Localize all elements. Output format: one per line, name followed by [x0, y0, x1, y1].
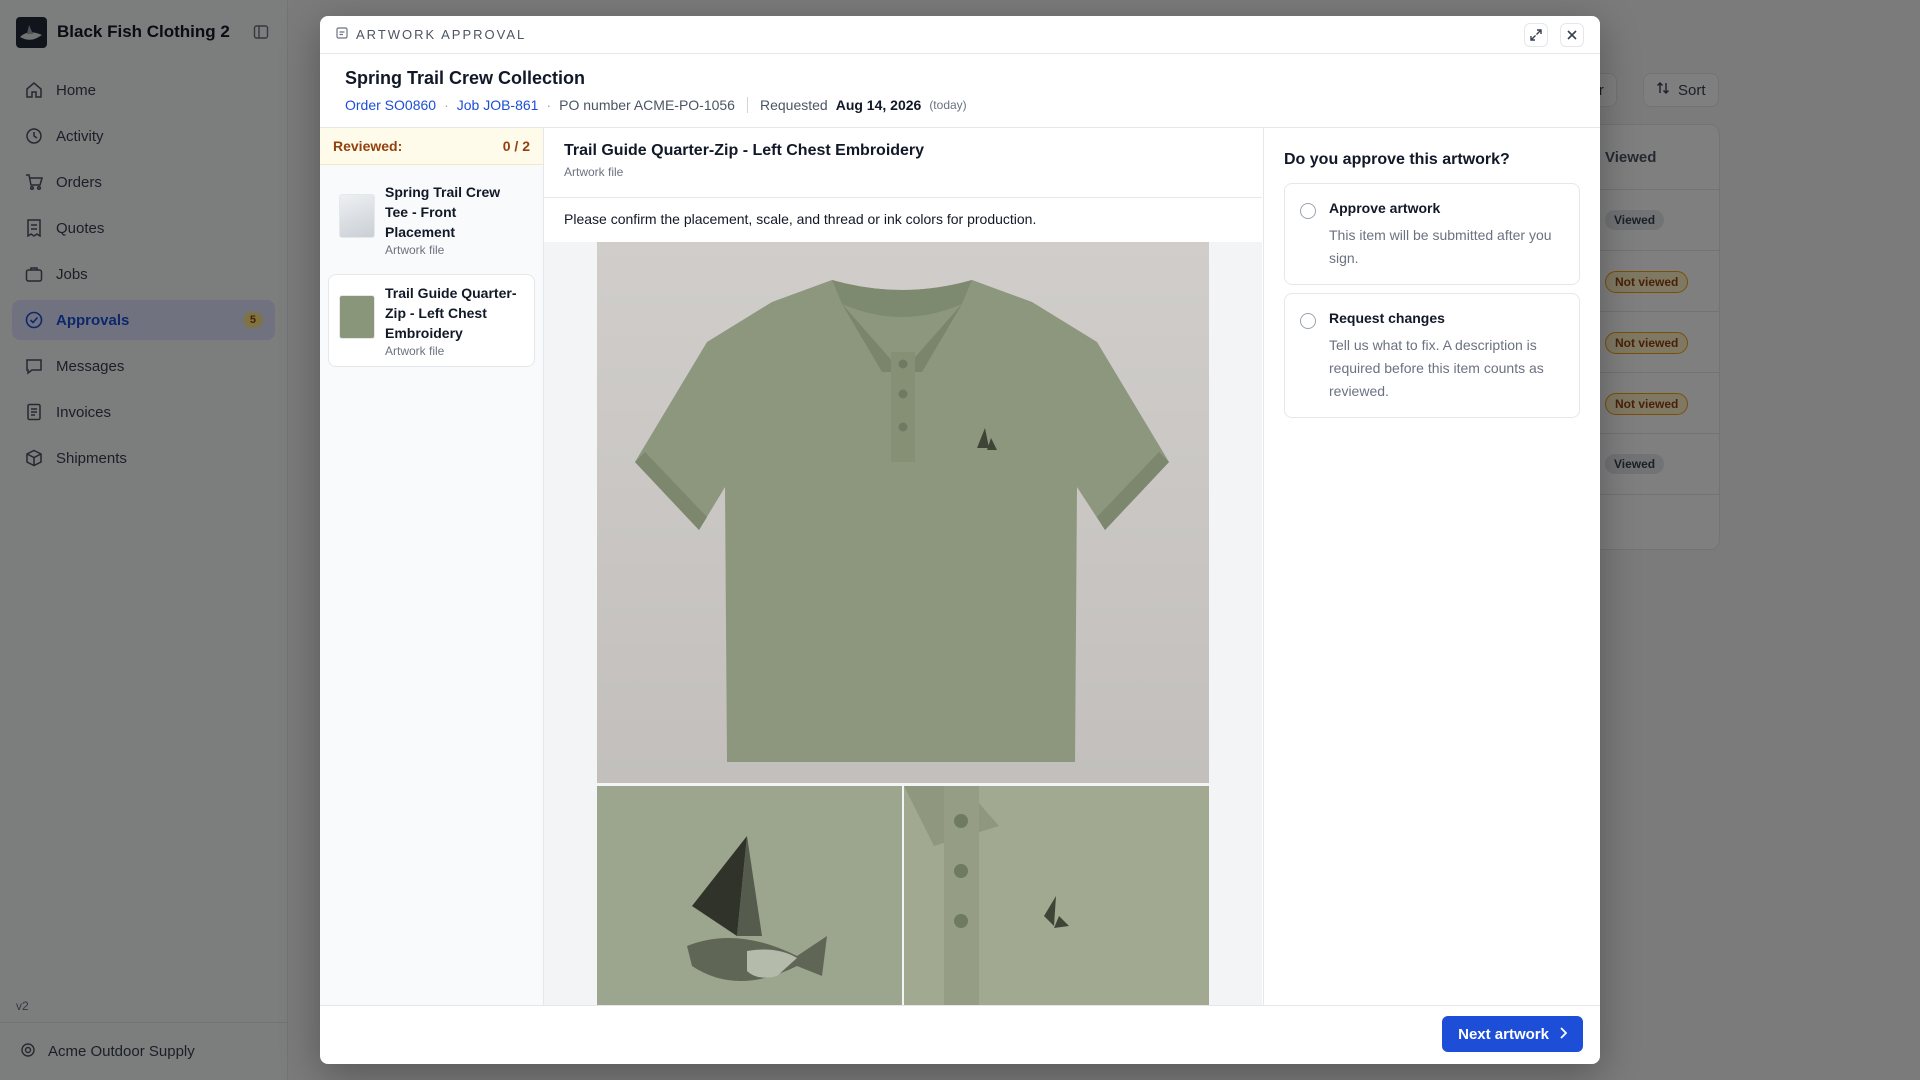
choice-description: This item will be submitted after you si…	[1329, 227, 1552, 266]
document-icon	[336, 26, 348, 43]
artwork-item-title: Spring Trail Crew Tee - Front Placement	[385, 184, 501, 240]
artwork-instructions: Please confirm the placement, scale, and…	[564, 211, 1037, 227]
approve-artwork-option[interactable]: Approve artwork This item will be submit…	[1284, 183, 1580, 285]
collar-closeup-photo	[904, 786, 1209, 1005]
next-artwork-label: Next artwork	[1458, 1025, 1549, 1043]
artwork-item-sub: Artwork file	[385, 344, 445, 358]
artwork-header: Trail Guide Quarter-Zip - Left Chest Emb…	[544, 128, 1262, 198]
artwork-item-title: Trail Guide Quarter-Zip - Left Chest Emb…	[385, 285, 517, 341]
request-changes-option[interactable]: Request changes Tell us what to fix. A d…	[1284, 293, 1580, 418]
job-link[interactable]: Job JOB-861	[457, 97, 539, 113]
artwork-thumbnail	[339, 194, 375, 238]
meta-separator: ·	[546, 97, 552, 113]
reviewed-progress: Reviewed: 0 / 2	[320, 128, 543, 165]
choice-description: Tell us what to fix. A description is re…	[1329, 337, 1544, 399]
artwork-preview: Trail Guide Quarter-Zip - Left Chest Emb…	[544, 128, 1262, 1005]
modal-header: Spring Trail Crew Collection Order SO086…	[320, 54, 1600, 128]
meta-separator: ·	[444, 97, 449, 113]
requested-note: (today)	[929, 98, 967, 112]
embroidery-closeup-photo	[597, 786, 902, 1005]
modal-kicker: ARTWORK APPROVAL	[356, 27, 527, 42]
collection-title: Spring Trail Crew Collection	[345, 68, 586, 88]
choice-title: Approve artwork	[1329, 200, 1441, 216]
order-link[interactable]: Order SO0860	[345, 97, 436, 113]
modal-body: Reviewed: 0 / 2 Spring Trail Crew Tee - …	[320, 128, 1600, 1005]
artwork-thumbnail	[339, 295, 375, 339]
requested-date: Aug 14, 2026	[835, 97, 922, 113]
meta-divider	[746, 97, 748, 113]
order-meta: Order SO0860 · Job JOB-861 · PO number A…	[345, 97, 1575, 113]
modal-footer: Next artwork	[320, 1005, 1600, 1064]
artwork-approval-modal: ARTWORK APPROVAL Spring Trail Crew Colle…	[320, 16, 1600, 1064]
polo-shirt-photo	[597, 242, 1209, 783]
approval-panel: Do you approve this artwork? Approve art…	[1263, 128, 1600, 1005]
chevron-right-icon	[1559, 1026, 1568, 1043]
po-number: PO number ACME-PO-1056	[559, 97, 735, 113]
next-artwork-button[interactable]: Next artwork	[1442, 1016, 1583, 1052]
choice-title: Request changes	[1329, 310, 1445, 326]
reviewed-count: 0 / 2	[502, 138, 530, 154]
artwork-gallery[interactable]	[544, 242, 1262, 1005]
artwork-list-item-selected[interactable]: Trail Guide Quarter-Zip - Left Chest Emb…	[328, 274, 535, 367]
artwork-list: Reviewed: 0 / 2 Spring Trail Crew Tee - …	[320, 128, 544, 1005]
reviewed-label: Reviewed:	[333, 138, 403, 154]
artwork-list-item[interactable]: Spring Trail Crew Tee - Front Placement …	[328, 173, 535, 266]
modal-topbar: ARTWORK APPROVAL	[320, 16, 1600, 54]
artwork-subtitle: Artwork file	[564, 165, 624, 179]
artwork-item-sub: Artwork file	[385, 243, 445, 257]
approval-question: Do you approve this artwork?	[1284, 151, 1510, 168]
expand-icon[interactable]	[1524, 22, 1548, 47]
approve-radio[interactable]	[1300, 203, 1316, 219]
request-changes-radio[interactable]	[1300, 313, 1316, 329]
artwork-title: Trail Guide Quarter-Zip - Left Chest Emb…	[564, 142, 925, 159]
requested-label: Requested	[759, 97, 828, 113]
close-icon[interactable]	[1560, 22, 1584, 47]
